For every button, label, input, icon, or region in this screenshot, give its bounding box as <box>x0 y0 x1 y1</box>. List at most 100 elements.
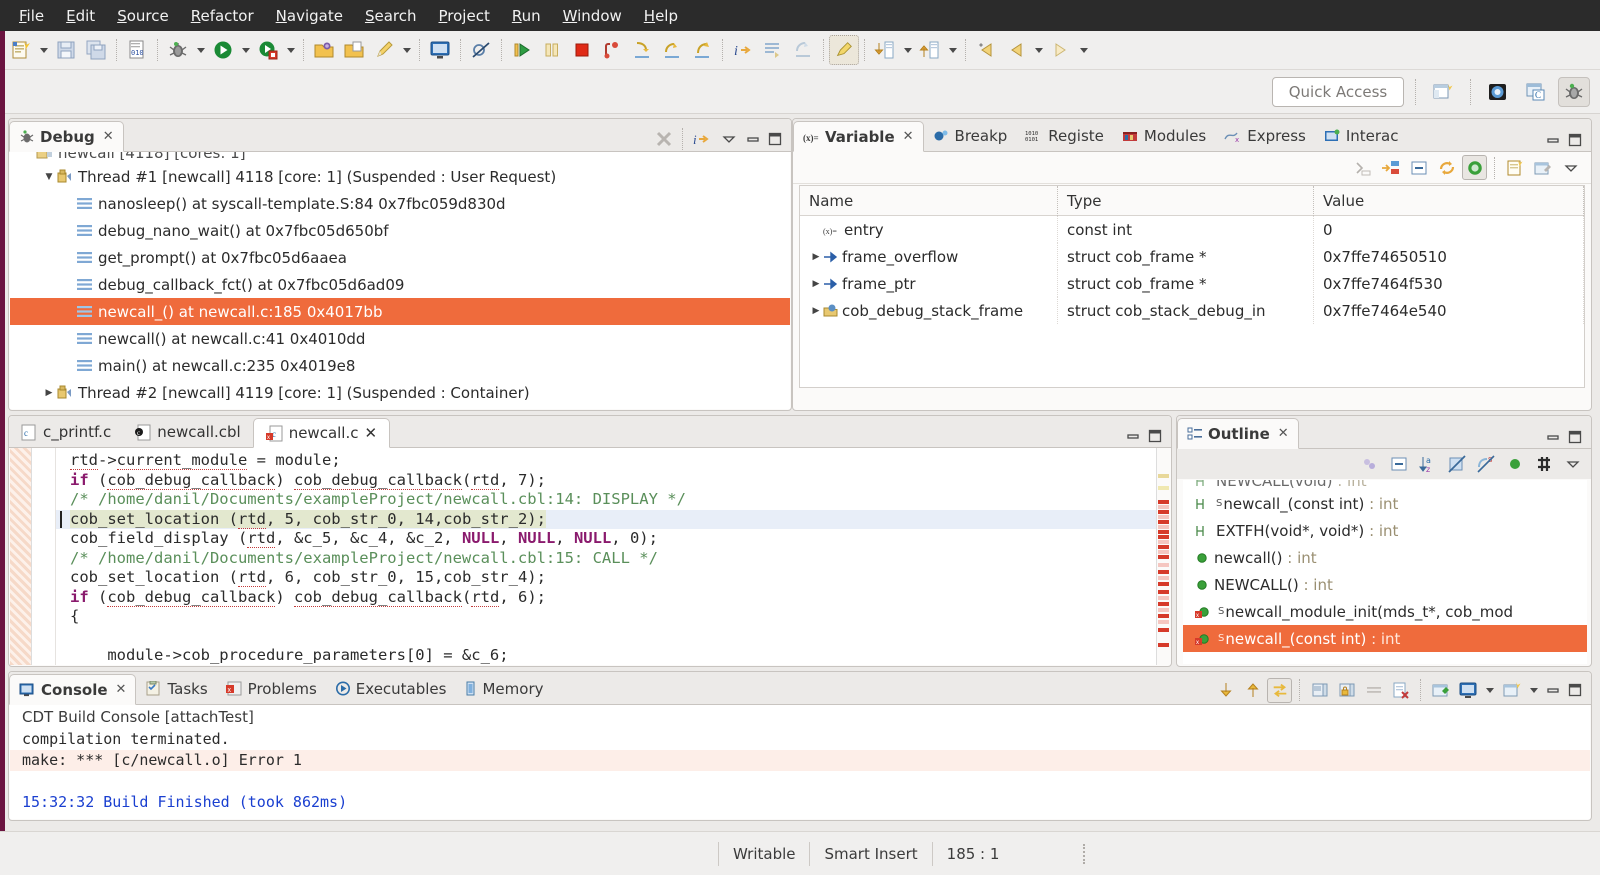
c-cpp-perspective-icon[interactable]: C <box>1520 77 1552 107</box>
clear-console-icon[interactable] <box>1307 678 1332 703</box>
editor-annotation-ruler[interactable] <box>10 448 32 665</box>
open-type-icon[interactable] <box>339 35 369 65</box>
editor-line[interactable] <box>56 627 1156 647</box>
step-filters-icon[interactable] <box>788 35 818 65</box>
debug-tree-row[interactable]: newcall() at newcall.c:41 0x4010dd <box>10 325 790 352</box>
remove-console-icon[interactable] <box>1388 678 1413 703</box>
tab-registe[interactable]: 10100101Registe <box>1016 120 1113 151</box>
edit-watch-icon[interactable] <box>1530 155 1555 180</box>
tab-executables[interactable]: Executables <box>326 673 456 704</box>
resume-icon[interactable] <box>507 35 537 65</box>
overview-ruler-mark[interactable] <box>1158 576 1169 580</box>
open-console-icon[interactable] <box>1499 678 1524 703</box>
scroll-up-icon[interactable] <box>1240 678 1265 703</box>
outline-item[interactable]: EXTFH(void*, void*) : int <box>1183 517 1587 544</box>
tab-modules[interactable]: Modules <box>1113 120 1215 151</box>
next-annotation-icon[interactable] <box>870 35 900 65</box>
expand-arrow[interactable]: ▼ <box>42 172 56 182</box>
tab-memory[interactable]: Memory <box>455 673 552 704</box>
menu-item-help[interactable]: Help <box>633 4 689 28</box>
pin-console-icon[interactable] <box>1428 678 1453 703</box>
expand-arrow[interactable]: ▶ <box>809 306 823 316</box>
overview-ruler-mark[interactable] <box>1158 582 1169 586</box>
hide-macros-icon[interactable] <box>1531 452 1556 477</box>
tab-outline[interactable]: Outline ✕ <box>1177 418 1299 449</box>
menu-item-search[interactable]: Search <box>354 4 428 28</box>
overview-ruler-mark[interactable] <box>1158 563 1169 567</box>
open-perspective-icon[interactable] <box>1427 77 1459 107</box>
debug-tree-row[interactable]: ▼Thread #1 [newcall] 4118 [core: 1] (Sus… <box>10 163 790 190</box>
overview-ruler-mark[interactable] <box>1158 540 1169 544</box>
menu-item-window[interactable]: Window <box>552 4 633 28</box>
editor-current-line[interactable]: cob_set_location (rtd, 5, cob_str_0, 14,… <box>56 510 1156 530</box>
drop-to-frame-icon[interactable] <box>758 35 788 65</box>
variables-row[interactable]: ▶frame_ptrstruct cob_frame *0x7ffe7464f5… <box>800 270 1584 297</box>
last-edit-icon[interactable] <box>971 35 1001 65</box>
overview-ruler-mark[interactable] <box>1158 500 1169 504</box>
outline-item[interactable]: newcall() : int <box>1183 544 1587 571</box>
search-dropdown-caret[interactable] <box>399 36 414 64</box>
editor-code-area[interactable]: rtd->current_module = module;if (cob_deb… <box>56 448 1156 665</box>
prev-annotation-caret[interactable] <box>945 36 960 64</box>
debug-tree-row[interactable]: debug_nano_wait() at 0x7fbc05d650bf <box>10 217 790 244</box>
overview-ruler-mark[interactable] <box>1158 510 1169 514</box>
menu-item-run[interactable]: Run <box>501 4 552 28</box>
menu-item-navigate[interactable]: Navigate <box>265 4 354 28</box>
editor-line[interactable]: rtd->current_module = module; <box>56 451 1156 471</box>
tab-tasks[interactable]: Tasks <box>136 673 216 704</box>
overview-ruler-mark[interactable] <box>1158 590 1169 594</box>
outline-item[interactable]: NEWCALL() : int <box>1183 571 1587 598</box>
highlight-pen-icon[interactable] <box>829 35 859 65</box>
overview-ruler-mark[interactable] <box>1158 570 1169 574</box>
debug-bug-perspective-icon[interactable] <box>1558 77 1590 107</box>
debug-stack-tree[interactable]: newcall [4118] [cores: 1]▼Thread #1 [new… <box>10 152 790 409</box>
word-wrap-icon[interactable] <box>1361 678 1386 703</box>
maximize-icon[interactable] <box>1145 425 1165 447</box>
terminate-icon[interactable] <box>567 35 597 65</box>
overview-ruler-mark[interactable] <box>1158 515 1169 519</box>
hide-static-icon[interactable]: S <box>1473 452 1498 477</box>
sort-alpha-icon[interactable]: az <box>1415 452 1440 477</box>
variables-table[interactable]: NameTypeValue (x)=entryconst int0▶frame_… <box>799 185 1585 388</box>
debug-perspective-icon[interactable] <box>1482 77 1514 107</box>
overview-ruler-mark[interactable] <box>1158 596 1169 600</box>
skip-breakpoints-icon[interactable] <box>466 35 496 65</box>
show-debug-toolbar-icon[interactable]: i <box>689 126 714 151</box>
outline-item[interactable]: NEWCALL(void) : int <box>1183 480 1587 490</box>
view-menu-icon[interactable] <box>716 126 741 151</box>
editor-line[interactable]: module->cob_procedure_parameters[0] = &c… <box>56 646 1156 665</box>
variables-row[interactable]: ▶cob_debug_stack_framestruct cob_stack_d… <box>800 297 1584 324</box>
variables-row[interactable]: (x)=entryconst int0 <box>800 216 1584 243</box>
quick-access-input[interactable]: Quick Access <box>1272 77 1404 107</box>
suspend-icon[interactable] <box>537 35 567 65</box>
console-output[interactable]: CDT Build Console [attachTest] compilati… <box>10 705 1590 819</box>
overview-ruler-mark[interactable] <box>1158 505 1169 509</box>
overview-ruler-mark[interactable] <box>1158 643 1169 647</box>
editor-line[interactable]: /* /home/danil/Documents/exampleProject/… <box>56 549 1156 569</box>
instruction-stepping-icon[interactable]: i <box>728 35 758 65</box>
overview-ruler-mark[interactable] <box>1158 535 1169 539</box>
search-pen-icon[interactable] <box>369 35 399 65</box>
focus-active-task-icon[interactable] <box>1357 452 1382 477</box>
open-folder-icon[interactable] <box>309 35 339 65</box>
minimize-icon[interactable] <box>1543 129 1563 151</box>
editor-line[interactable]: { <box>56 607 1156 627</box>
coverage-dropdown-caret[interactable] <box>283 36 298 64</box>
overview-ruler-mark[interactable] <box>1158 555 1169 559</box>
debug-stack-frame-selected[interactable]: newcall_() at newcall.c:185 0x4017bb <box>10 298 790 325</box>
collapse-all-icon[interactable] <box>1406 155 1431 180</box>
menu-item-file[interactable]: File <box>8 4 55 28</box>
prev-annotation-icon[interactable] <box>915 35 945 65</box>
debug-tree-row[interactable]: newcall [4118] [cores: 1] <box>10 152 790 163</box>
overview-ruler-mark[interactable] <box>1158 545 1169 549</box>
tab-debug[interactable]: Debug ✕ <box>9 121 124 152</box>
step-return-icon[interactable] <box>687 35 717 65</box>
outline-tree[interactable]: NEWCALL(void) : intSnewcall_(const int) … <box>1183 480 1587 664</box>
outline-item[interactable]: xSnewcall_module_init(mds_t*, cob_mod <box>1183 598 1587 625</box>
overview-ruler-mark[interactable] <box>1158 486 1169 490</box>
editor-tab-newcall-cbl[interactable]: cnewcall.cbl <box>123 417 252 447</box>
show-type-names-icon[interactable] <box>1378 155 1403 180</box>
overview-ruler-mark[interactable] <box>1158 614 1169 618</box>
console-display-icon[interactable] <box>425 35 455 65</box>
scroll-lock-icon[interactable] <box>1267 678 1292 703</box>
